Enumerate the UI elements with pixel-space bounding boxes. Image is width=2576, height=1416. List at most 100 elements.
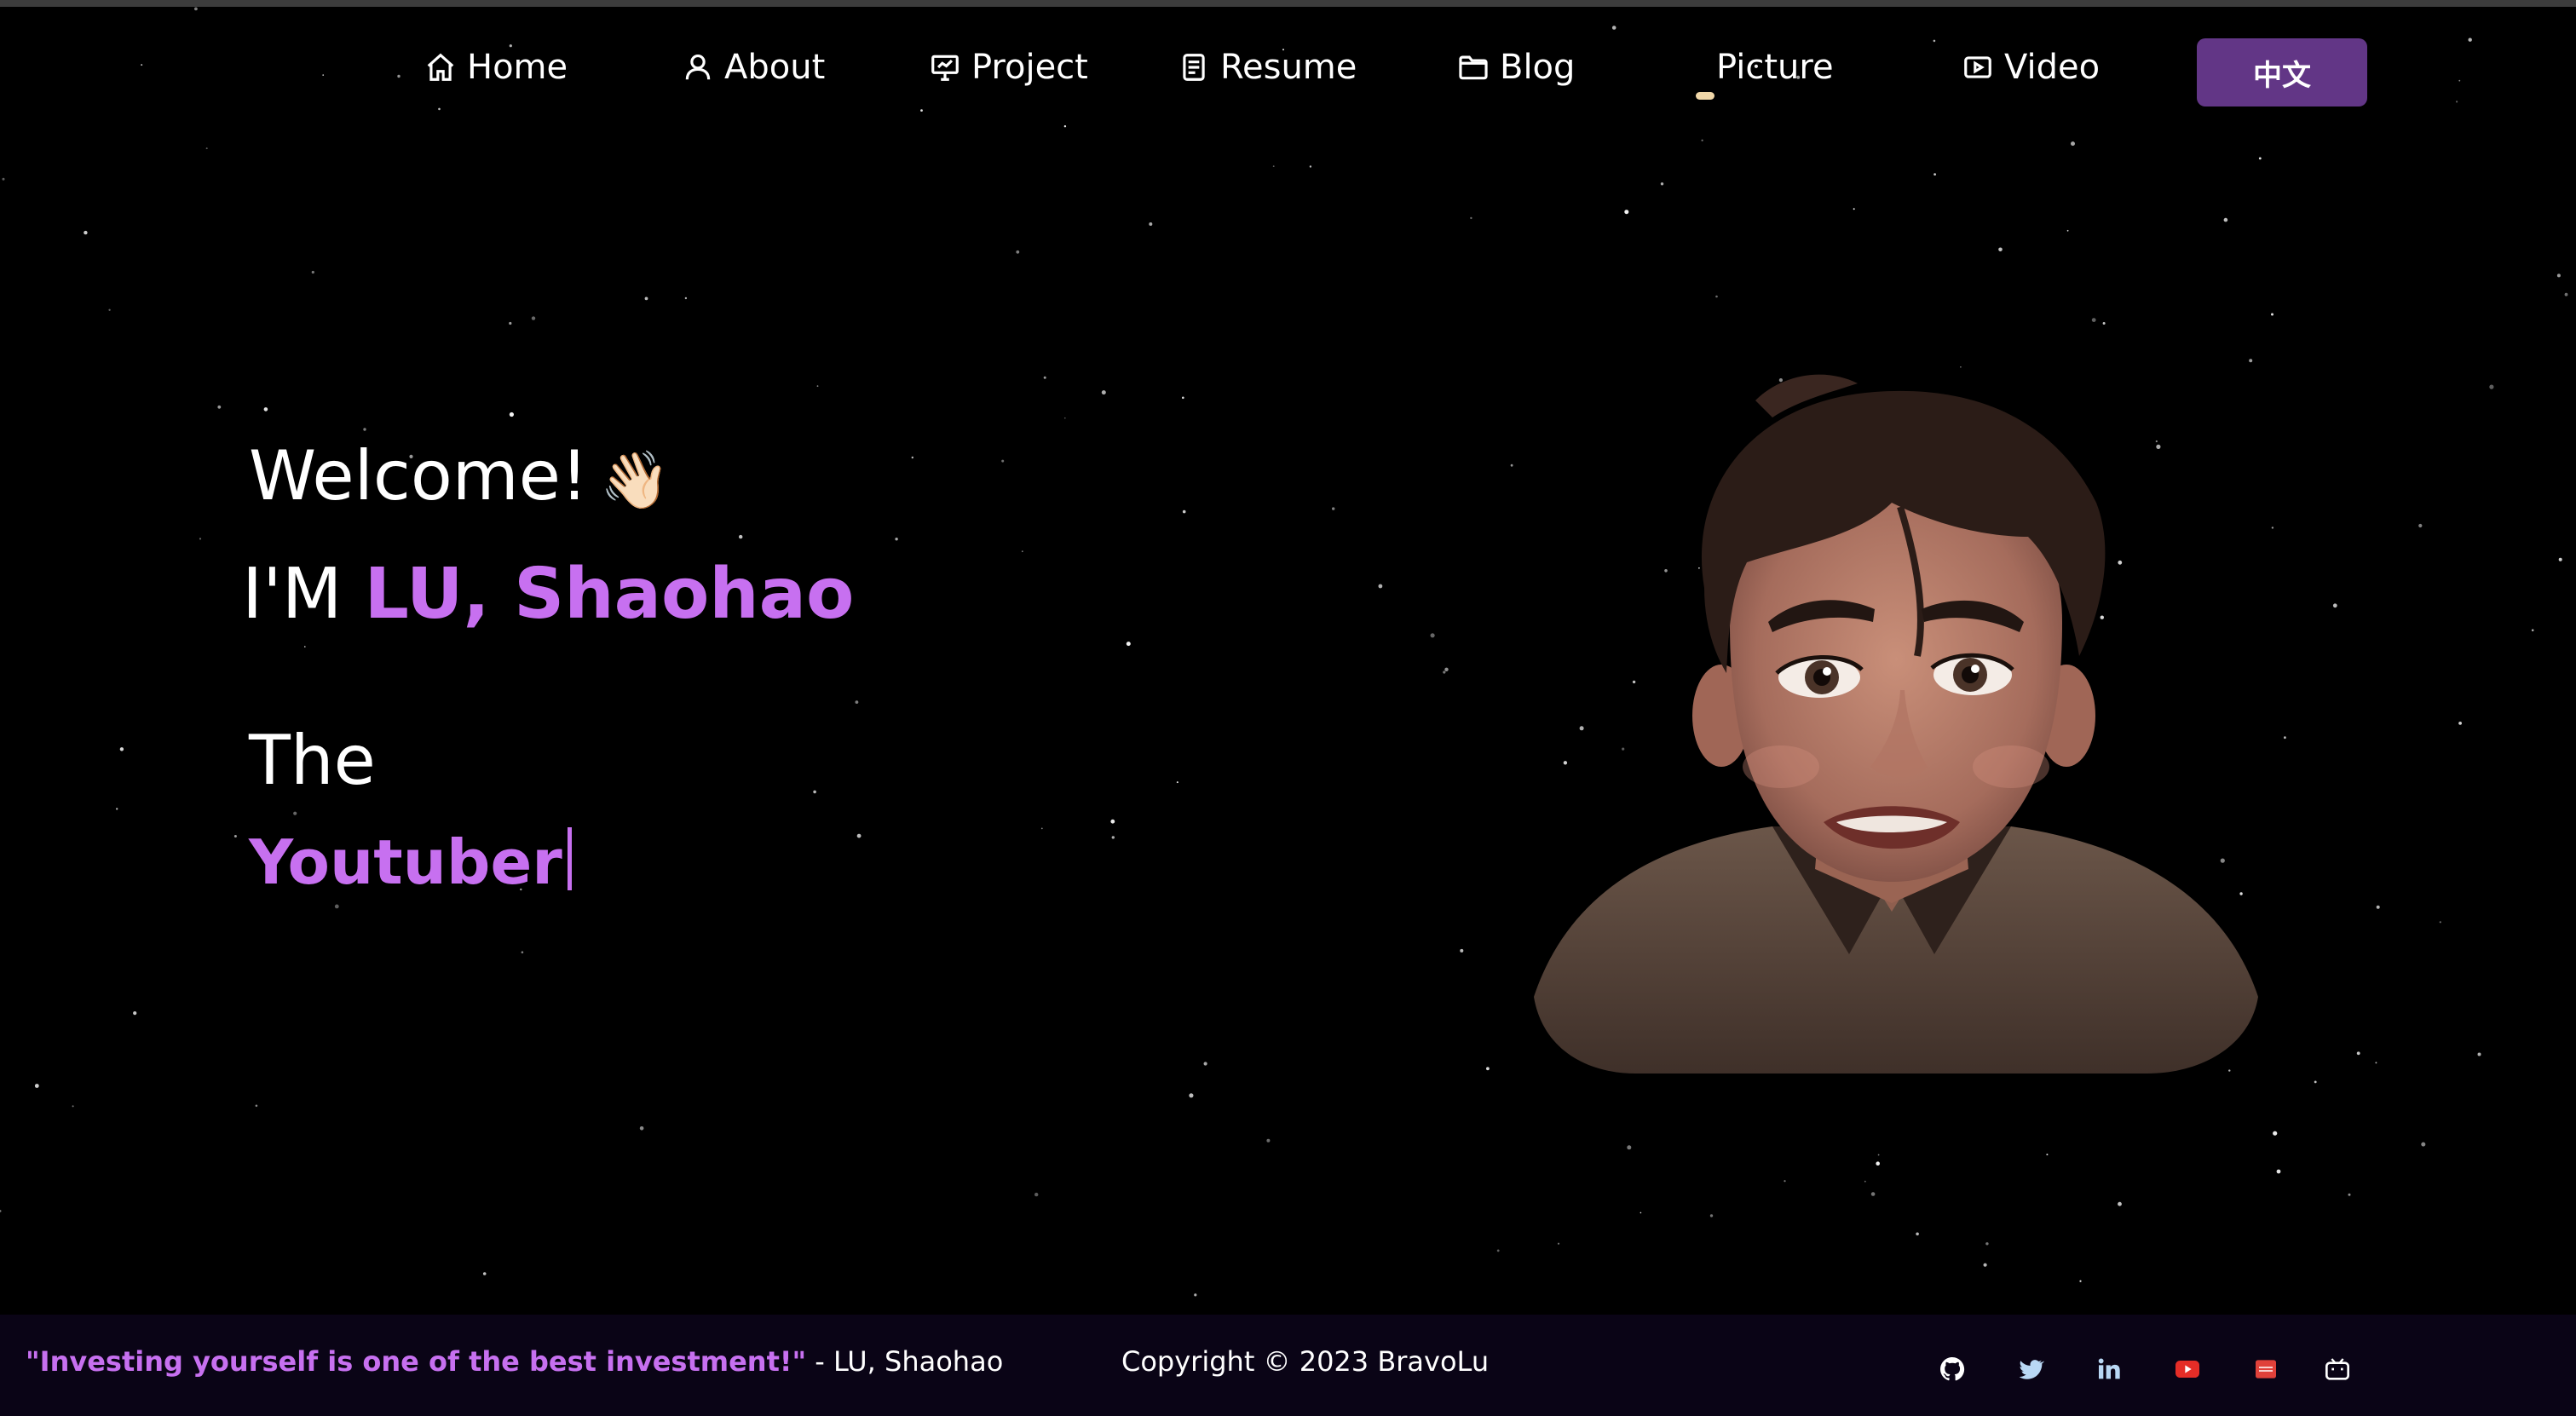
star	[2118, 1201, 2122, 1206]
star	[2418, 523, 2423, 528]
home-icon	[427, 53, 454, 81]
star	[1040, 827, 1043, 830]
star	[334, 904, 339, 909]
star	[119, 747, 124, 751]
the-text: The	[249, 721, 376, 800]
nav-about[interactable]: About	[682, 37, 825, 97]
star	[2284, 736, 2286, 740]
linkedin-icon	[2098, 1358, 2120, 1379]
star	[2458, 722, 2463, 725]
footer: "Investing yourself is one of the best i…	[0, 1315, 2576, 1416]
star	[1486, 1067, 1490, 1071]
star	[2102, 322, 2106, 325]
star	[684, 296, 688, 300]
star	[644, 296, 648, 301]
star	[2421, 1142, 2426, 1147]
star	[1378, 584, 1383, 589]
star	[2558, 557, 2562, 561]
star	[1715, 295, 1718, 298]
star	[233, 835, 237, 838]
star	[2, 177, 5, 181]
star	[1111, 836, 1115, 839]
star	[2271, 313, 2273, 316]
star	[72, 1105, 74, 1108]
twitter-link[interactable]	[2015, 1354, 2046, 1384]
welcome-text: Welcome!	[249, 436, 589, 515]
nav-video-label: Video	[2004, 48, 2101, 87]
star	[1272, 165, 1275, 168]
star	[509, 412, 515, 417]
star	[1182, 509, 1186, 514]
nav-picture[interactable]: Picture	[1716, 37, 1834, 97]
star	[1870, 1192, 1876, 1196]
star	[2091, 318, 2096, 322]
star	[1309, 165, 1312, 168]
star	[1043, 376, 1046, 379]
star	[263, 407, 268, 412]
star	[205, 147, 208, 150]
star	[217, 405, 222, 409]
nav-resume-label: Resume	[1220, 48, 1357, 87]
star	[895, 538, 898, 541]
star	[1864, 1180, 1866, 1183]
star	[482, 1272, 487, 1275]
star	[1640, 1212, 1642, 1214]
star	[2071, 141, 2075, 147]
github-link[interactable]	[1937, 1354, 1968, 1384]
star	[84, 230, 88, 235]
browser-top-edge	[0, 0, 2576, 7]
star	[2066, 229, 2069, 232]
nav-blog[interactable]: Blog	[1457, 37, 1575, 97]
video-site-link[interactable]	[2250, 1354, 2281, 1384]
nav-project[interactable]: Project	[929, 37, 1088, 97]
nav-about-label: About	[724, 48, 826, 87]
star	[1110, 819, 1115, 824]
star	[2356, 1051, 2360, 1056]
star	[1624, 210, 1629, 215]
folder-icon	[1459, 55, 1488, 80]
bilibili-icon	[2325, 1358, 2349, 1380]
star	[1701, 139, 1703, 141]
quote-text: "Investing yourself is one of the best i…	[26, 1345, 807, 1378]
presentation-icon	[931, 55, 959, 81]
star	[1332, 507, 1335, 510]
star	[2258, 157, 2262, 160]
language-toggle-button[interactable]: 中文	[2197, 38, 2367, 106]
bilibili-link[interactable]	[2322, 1354, 2353, 1384]
youtube-icon	[2175, 1361, 2199, 1378]
star	[2556, 273, 2561, 278]
star	[1916, 1232, 1919, 1236]
star	[1266, 1138, 1271, 1143]
github-icon	[1940, 1357, 1965, 1381]
linkedin-link[interactable]	[2094, 1354, 2124, 1384]
star	[1001, 459, 1005, 463]
star	[2273, 1131, 2278, 1136]
star	[739, 534, 743, 539]
star	[2375, 1062, 2377, 1064]
star	[1443, 671, 1446, 674]
star	[1189, 1093, 1194, 1098]
star	[1176, 781, 1179, 784]
star	[2223, 217, 2228, 222]
star	[1203, 1062, 1207, 1066]
star	[363, 428, 366, 431]
star	[639, 1126, 644, 1131]
star	[1101, 390, 1106, 395]
star	[2439, 921, 2441, 924]
star	[2564, 292, 2568, 296]
star	[2348, 1193, 2351, 1196]
star	[0, 1210, 2, 1212]
star	[1182, 396, 1184, 400]
youtube-link[interactable]	[2172, 1354, 2203, 1384]
star	[311, 270, 314, 274]
star	[1876, 1161, 1880, 1166]
nav-resume[interactable]: Resume	[1178, 37, 1357, 97]
nav-home[interactable]: Home	[424, 37, 568, 97]
star	[1034, 1192, 1039, 1197]
star	[2271, 527, 2274, 529]
star	[1510, 463, 1513, 467]
star	[521, 951, 524, 953]
star	[1985, 1242, 1989, 1246]
intro-heading: I'M LU, Shaohao	[242, 554, 854, 635]
nav-video[interactable]: Video	[1962, 37, 2100, 97]
